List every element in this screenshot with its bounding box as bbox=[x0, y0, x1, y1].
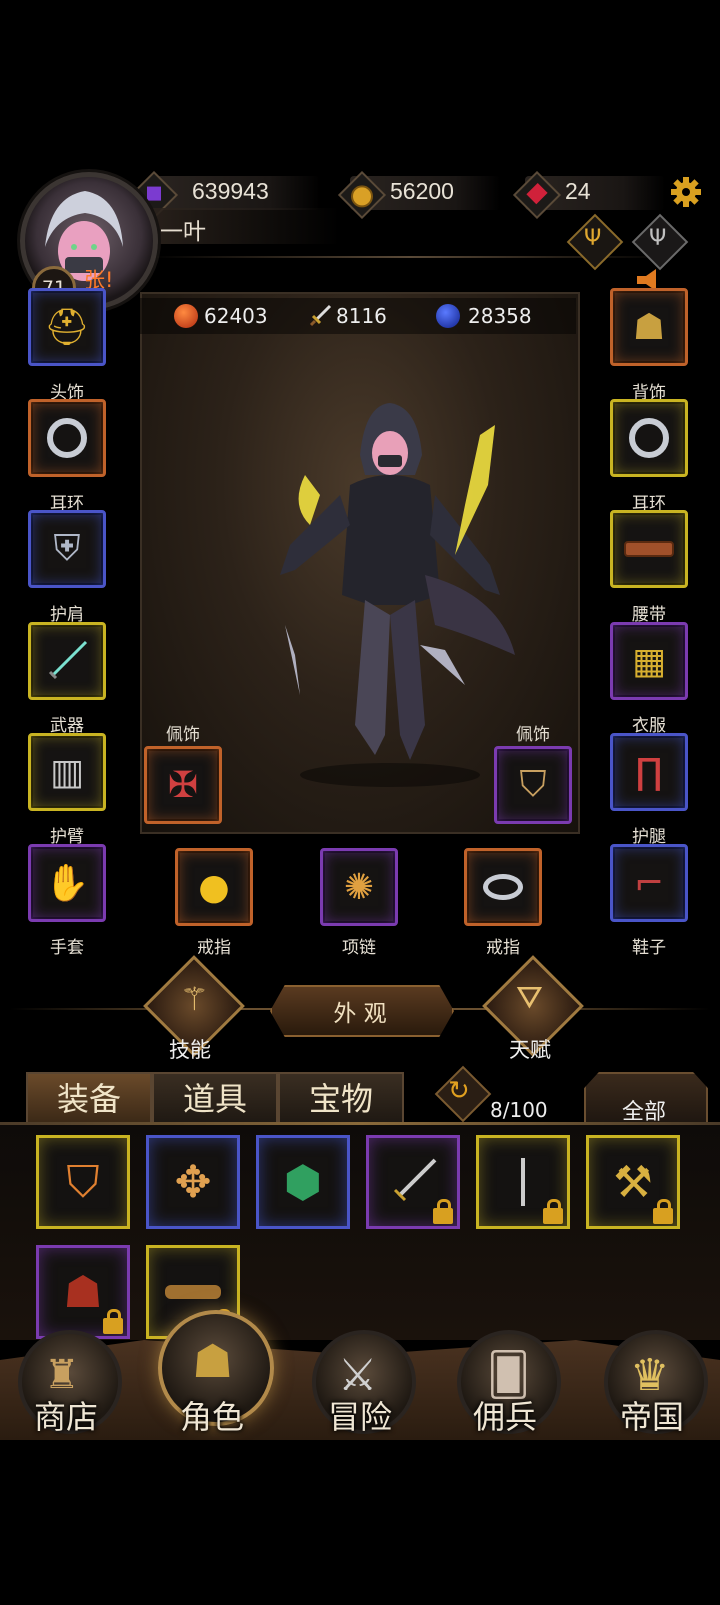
skills-label: 技能 bbox=[169, 1038, 211, 1062]
slot-clothes[interactable]: ▦ bbox=[610, 622, 688, 700]
settings-gear-icon[interactable] bbox=[670, 176, 702, 208]
inventory-item[interactable]: ⚒ bbox=[586, 1135, 680, 1229]
slot-belt[interactable] bbox=[610, 510, 688, 588]
slot-necklace[interactable]: ✺ bbox=[320, 848, 398, 926]
lock-icon bbox=[433, 1199, 453, 1224]
character-model[interactable] bbox=[250, 395, 530, 795]
inventory-count: 8/100 bbox=[490, 1098, 548, 1122]
slot-earring-right[interactable] bbox=[610, 399, 688, 477]
boot-icon: ⌐ bbox=[633, 862, 665, 904]
slot-earring-left[interactable] bbox=[28, 399, 106, 477]
bottom-blank-area bbox=[0, 1440, 720, 1605]
slot-label-ring-1: 戒指 bbox=[197, 938, 231, 958]
talent-icon: ⛛ bbox=[516, 978, 543, 1016]
tab-items[interactable]: 道具 bbox=[152, 1072, 278, 1124]
tab-treasure[interactable]: 宝物 bbox=[278, 1072, 404, 1124]
nav-mercenary-label: 佣兵 bbox=[472, 1398, 537, 1436]
mana-value: 28358 bbox=[468, 304, 532, 328]
tab-equipment[interactable]: 装备 bbox=[26, 1072, 152, 1124]
shield-charm-icon: ⬢ bbox=[283, 1156, 323, 1208]
charm-right-label: 佩饰 bbox=[516, 725, 550, 745]
inventory-item[interactable]: ⛉ bbox=[36, 1135, 130, 1229]
inventory-item[interactable]: ⬢ bbox=[256, 1135, 350, 1229]
ring-icon bbox=[31, 402, 103, 474]
emblem-icon: ✠ bbox=[167, 764, 199, 806]
purple-crystal-count: 639943 bbox=[192, 178, 269, 204]
charm-left-label: 佩饰 bbox=[166, 725, 200, 745]
slot-charm-left[interactable]: ✠ bbox=[144, 746, 222, 824]
lock-icon bbox=[103, 1309, 123, 1334]
slot-back[interactable]: ☗ bbox=[610, 288, 688, 366]
pendant-icon: ✥ bbox=[174, 1156, 212, 1208]
helmet-icon: ⛑ bbox=[44, 307, 90, 348]
slot-label-ring-2: 戒指 bbox=[486, 938, 520, 958]
nav-character-label: 角色 bbox=[179, 1398, 244, 1436]
rank-badge-1-icon: Ψ bbox=[584, 226, 602, 251]
skills-icon: ⚚ bbox=[180, 980, 209, 1018]
hp-value: 62403 bbox=[204, 304, 268, 328]
ring-icon bbox=[613, 402, 685, 474]
inventory-item[interactable]: ✥ bbox=[146, 1135, 240, 1229]
slot-weapon[interactable] bbox=[28, 622, 106, 700]
dagger-icon bbox=[31, 625, 103, 697]
rank-badge-2-icon: Ψ bbox=[649, 226, 667, 251]
leggings-icon: ∏ bbox=[635, 751, 663, 793]
bracer-icon: ▥ bbox=[49, 751, 84, 793]
gold-count: 56200 bbox=[390, 178, 454, 204]
lock-icon bbox=[653, 1199, 673, 1224]
slot-label-necklace: 项链 bbox=[342, 938, 376, 958]
attack-value: 8116 bbox=[336, 304, 387, 328]
slot-shoulder[interactable]: ⛨ bbox=[28, 510, 106, 588]
red-gem-count: 24 bbox=[565, 178, 591, 204]
inventory-item[interactable]: ☗ bbox=[36, 1245, 130, 1339]
gold-ring-icon: ● bbox=[198, 866, 230, 908]
slot-gloves[interactable]: ✋ bbox=[28, 844, 106, 922]
mana-orb-icon bbox=[436, 304, 460, 328]
hp-orb-icon bbox=[174, 304, 198, 328]
silver-ring-icon bbox=[467, 851, 539, 923]
inventory-item[interactable] bbox=[366, 1135, 460, 1229]
inventory-item[interactable] bbox=[476, 1135, 570, 1229]
shoulder-armor-icon: ⛨ bbox=[53, 528, 81, 569]
lock-icon bbox=[543, 1199, 563, 1224]
cape-icon: ☗ bbox=[632, 306, 666, 348]
slot-ring-1[interactable]: ● bbox=[175, 848, 253, 926]
slot-headwear[interactable]: ⛑ bbox=[28, 288, 106, 366]
slot-label-gloves: 手套 bbox=[50, 938, 84, 958]
nav-adventure-label: 冒险 bbox=[327, 1398, 392, 1436]
slot-leggings[interactable]: ∏ bbox=[610, 733, 688, 811]
refresh-icon: ↻ bbox=[448, 1076, 470, 1106]
hooded-figure-icon: ☗ bbox=[192, 1334, 234, 1388]
player-name: 一叶 bbox=[160, 219, 206, 245]
appearance-label: 外 观 bbox=[333, 1001, 387, 1027]
slot-charm-right[interactable]: ⛉ bbox=[494, 746, 572, 824]
armor-icon: ▦ bbox=[631, 640, 666, 682]
slot-label-shoes: 鞋子 bbox=[632, 938, 666, 958]
nav-shop-label: 商店 bbox=[33, 1398, 98, 1436]
slot-bracer[interactable]: ▥ bbox=[28, 733, 106, 811]
talent-label: 天赋 bbox=[509, 1038, 551, 1062]
glove-icon: ✋ bbox=[44, 863, 90, 904]
necklace-icon: ✺ bbox=[343, 866, 375, 908]
slot-shoes[interactable]: ⌐ bbox=[610, 844, 688, 922]
amulet-icon: ⛉ bbox=[519, 764, 547, 805]
amulet-icon: ⛉ bbox=[66, 1156, 100, 1208]
slot-ring-2[interactable] bbox=[464, 848, 542, 926]
belt-icon bbox=[613, 513, 685, 585]
sword-icon bbox=[309, 304, 332, 327]
nav-empire-label: 帝国 bbox=[619, 1398, 684, 1436]
